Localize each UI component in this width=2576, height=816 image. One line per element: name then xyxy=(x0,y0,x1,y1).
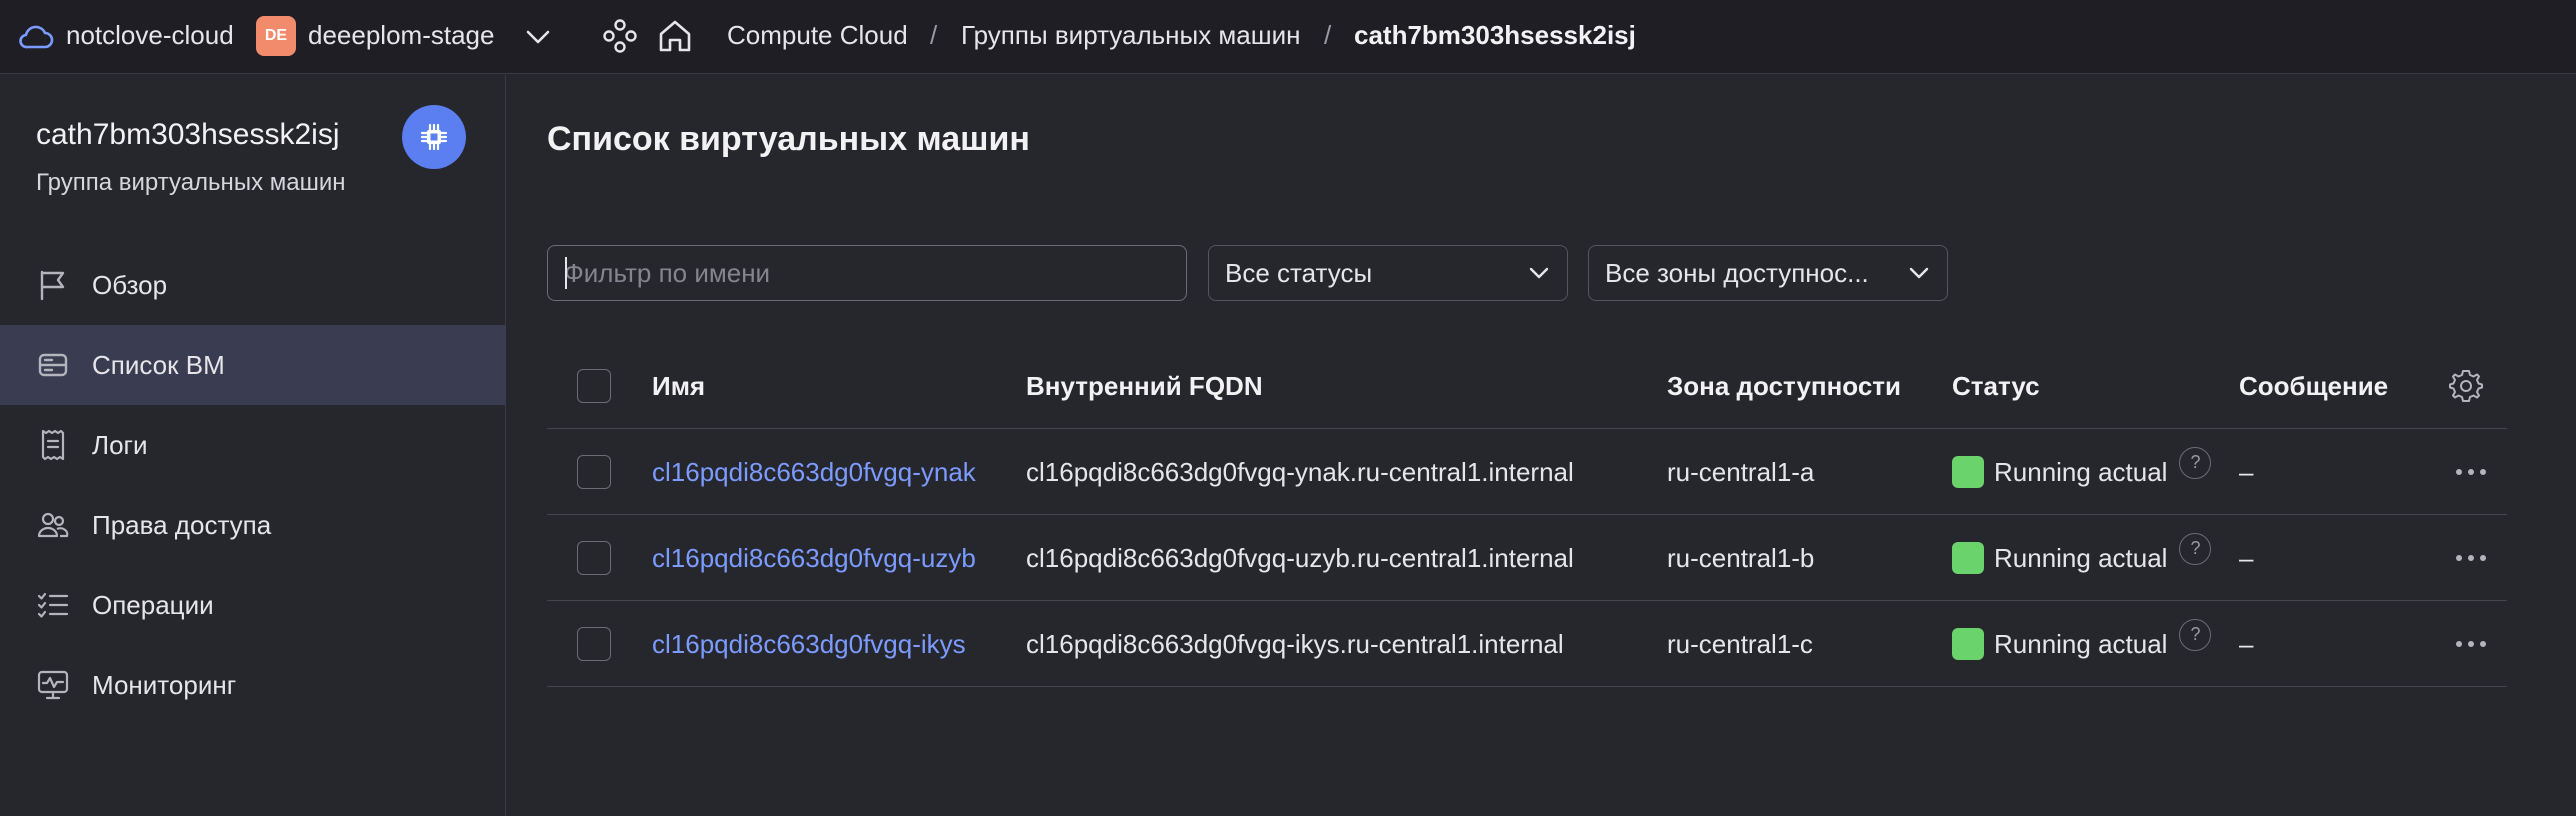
vm-status-label: Running actual xyxy=(1994,628,2168,659)
cloud-name[interactable]: notclove-cloud xyxy=(66,18,234,52)
sidebar-item-access[interactable]: Права доступа xyxy=(0,485,506,565)
table-row[interactable]: cl16pqdi8c663dg0fvgq-ynak cl16pqdi8c663d… xyxy=(547,429,2507,515)
home-icon[interactable] xyxy=(656,17,694,55)
status-select[interactable]: Все статусы xyxy=(1208,245,1568,301)
page-title: Список виртуальных машин xyxy=(547,120,1030,158)
zone-select[interactable]: Все зоны доступнос... xyxy=(1588,245,1948,301)
sidebar-item-logs[interactable]: Логи xyxy=(0,405,506,485)
status-running-indicator xyxy=(1952,542,1984,574)
row-actions-button[interactable] xyxy=(2441,515,2501,601)
table-header: Имя Внутренний FQDN Зона доступности Ста… xyxy=(547,343,2507,429)
vm-message: – xyxy=(2239,456,2254,487)
vm-zone: ru-central1-b xyxy=(1667,542,1815,573)
vm-status: Running actual ? xyxy=(1952,429,2212,515)
column-header-fqdn[interactable]: Внутренний FQDN xyxy=(1026,343,1263,429)
vm-message: – xyxy=(2239,628,2254,659)
row-actions-button[interactable] xyxy=(2441,429,2501,515)
vm-fqdn: cl16pqdi8c663dg0fvgq-ikys.ru-central1.in… xyxy=(1026,628,1564,659)
table-row[interactable]: cl16pqdi8c663dg0fvgq-ikys cl16pqdi8c663d… xyxy=(547,601,2507,687)
column-header-status[interactable]: Статус xyxy=(1952,343,2040,429)
sidebar-item-monitoring[interactable]: Мониторинг xyxy=(0,645,506,725)
breadcrumb-separator: / xyxy=(930,20,938,50)
chevron-down-icon[interactable] xyxy=(522,24,554,50)
vm-name-link[interactable]: cl16pqdi8c663dg0fvgq-ynak xyxy=(652,429,976,515)
sidebar-item-label: Список ВМ xyxy=(92,350,225,380)
vm-message: – xyxy=(2239,542,2254,573)
vm-zone: ru-central1-c xyxy=(1667,628,1813,659)
vm-fqdn: cl16pqdi8c663dg0fvgq-uzyb.ru-central1.in… xyxy=(1026,542,1574,573)
services-icon[interactable] xyxy=(602,18,638,54)
sidebar-item-label: Мониторинг xyxy=(92,670,237,700)
chip-icon xyxy=(420,123,448,151)
column-header-name[interactable]: Имя xyxy=(652,343,705,429)
breadcrumb-separator: / xyxy=(1324,20,1332,50)
sidebar-title: cath7bm303hsessk2isj xyxy=(36,118,340,151)
monitor-icon xyxy=(37,670,69,700)
flag-icon xyxy=(40,270,65,301)
top-bar: notclove-cloud DE deeeplom-stage Compute… xyxy=(0,0,2576,74)
row-checkbox[interactable] xyxy=(577,541,611,575)
vm-status-label: Running actual xyxy=(1994,542,2168,573)
breadcrumb-current: cath7bm303hsessk2isj xyxy=(1354,20,1636,50)
checklist-icon xyxy=(37,592,69,618)
vm-zone: ru-central1-a xyxy=(1667,456,1815,487)
server-list-icon xyxy=(38,353,68,377)
row-actions-button[interactable] xyxy=(2441,601,2501,687)
more-icon xyxy=(2456,555,2486,561)
instance-group-icon xyxy=(402,105,466,169)
sidebar-item-label: Обзор xyxy=(92,270,168,300)
help-icon[interactable]: ? xyxy=(2179,447,2212,479)
sidebar-subtitle: Группа виртуальных машин xyxy=(36,169,346,196)
vm-status: Running actual ? xyxy=(1952,515,2212,601)
main-content: Список виртуальных машин Все статусы Все… xyxy=(507,75,2576,816)
status-running-indicator xyxy=(1952,456,1984,488)
sidebar-item-label: Логи xyxy=(92,430,148,460)
column-header-zone[interactable]: Зона доступности xyxy=(1667,343,1901,429)
more-icon xyxy=(2456,469,2486,475)
chevron-down-icon xyxy=(1909,267,1929,279)
chevron-down-icon xyxy=(1529,267,1549,279)
cloud-icon[interactable] xyxy=(18,22,54,50)
help-icon[interactable]: ? xyxy=(2179,619,2212,651)
receipt-icon xyxy=(41,429,65,461)
table-row[interactable]: cl16pqdi8c663dg0fvgq-uzyb cl16pqdi8c663d… xyxy=(547,515,2507,601)
folder-name[interactable]: deeeplom-stage xyxy=(308,18,494,52)
gear-icon[interactable] xyxy=(2447,367,2485,405)
sidebar-item-overview[interactable]: Обзор xyxy=(0,245,506,325)
sidebar-item-operations[interactable]: Операции xyxy=(0,565,506,645)
select-all-checkbox[interactable] xyxy=(577,369,611,403)
sidebar-item-vm-list[interactable]: Список ВМ xyxy=(0,325,506,405)
breadcrumb-vm-groups[interactable]: Группы виртуальных машин xyxy=(961,18,1301,52)
zone-select-label: Все зоны доступнос... xyxy=(1605,258,1869,288)
name-filter-input[interactable] xyxy=(547,245,1187,301)
status-select-label: Все статусы xyxy=(1225,258,1373,288)
sidebar: cath7bm303hsessk2isj Группа виртуальных … xyxy=(0,75,506,816)
folder-badge[interactable]: DE xyxy=(256,16,296,56)
vm-status-label: Running actual xyxy=(1994,456,2168,487)
row-checkbox[interactable] xyxy=(577,627,611,661)
vm-fqdn: cl16pqdi8c663dg0fvgq-ynak.ru-central1.in… xyxy=(1026,456,1574,487)
text-caret xyxy=(565,257,567,289)
more-icon xyxy=(2456,641,2486,647)
column-header-message[interactable]: Сообщение xyxy=(2239,343,2388,429)
sidebar-item-label: Права доступа xyxy=(92,510,272,540)
vm-status: Running actual ? xyxy=(1952,601,2212,687)
vm-name-link[interactable]: cl16pqdi8c663dg0fvgq-ikys xyxy=(652,601,966,687)
sidebar-item-label: Операции xyxy=(92,590,214,620)
help-icon[interactable]: ? xyxy=(2179,533,2212,565)
users-icon xyxy=(37,512,69,538)
vm-name-link[interactable]: cl16pqdi8c663dg0fvgq-uzyb xyxy=(652,515,976,601)
row-checkbox[interactable] xyxy=(577,455,611,489)
breadcrumb-compute-cloud[interactable]: Compute Cloud xyxy=(727,18,908,52)
status-running-indicator xyxy=(1952,628,1984,660)
